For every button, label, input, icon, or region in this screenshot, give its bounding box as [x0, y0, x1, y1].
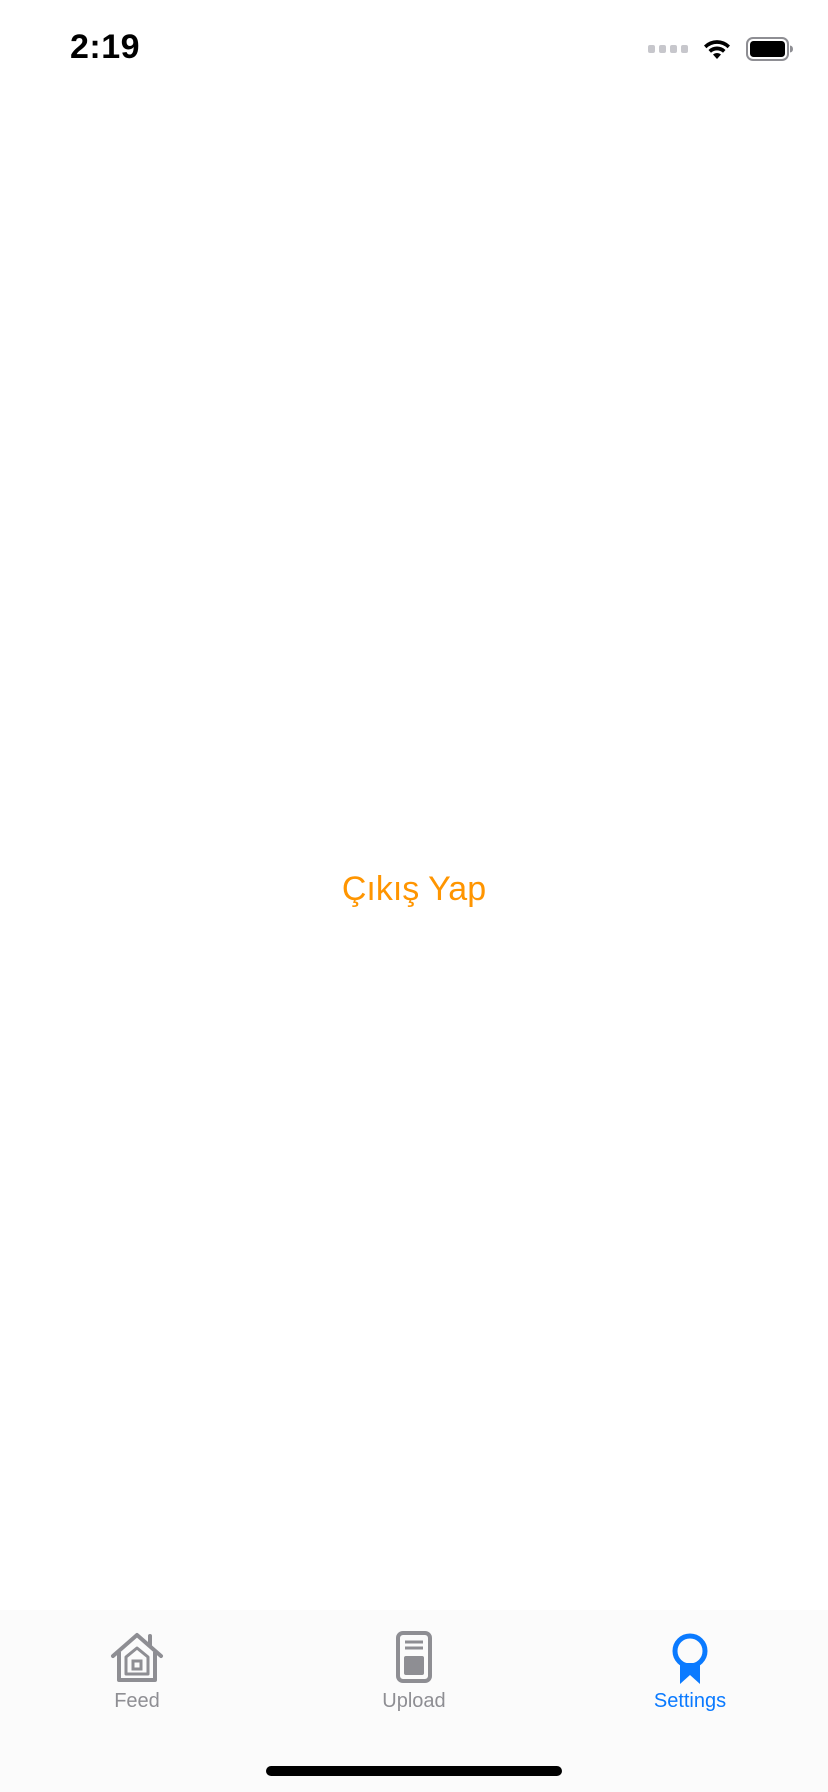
- battery-icon: [746, 37, 793, 61]
- tab-feed[interactable]: Feed: [37, 1630, 237, 1740]
- status-bar: 2:19: [0, 0, 828, 100]
- logout-button[interactable]: Çıkış Yap: [0, 870, 828, 909]
- tab-feed-label: Feed: [114, 1690, 160, 1712]
- cellular-signal-icon: [648, 45, 688, 53]
- wifi-icon: [704, 40, 730, 59]
- screen: 2:19 Çıkış Yap Feed Upload Settings: [0, 0, 828, 1792]
- document-icon: [396, 1631, 432, 1683]
- tab-settings[interactable]: Settings: [590, 1630, 790, 1740]
- settings-content: Çıkış Yap: [0, 100, 828, 1610]
- status-time: 2:19: [70, 28, 141, 66]
- rosette-icon: [672, 1633, 708, 1684]
- tab-upload[interactable]: Upload: [314, 1630, 514, 1740]
- house-icon: [111, 1633, 163, 1682]
- tab-bar: Feed Upload Settings: [0, 1610, 828, 1792]
- home-indicator: [266, 1766, 562, 1776]
- tab-upload-label: Upload: [382, 1690, 446, 1712]
- tab-settings-label: Settings: [653, 1690, 727, 1712]
- status-icons: [648, 34, 794, 64]
